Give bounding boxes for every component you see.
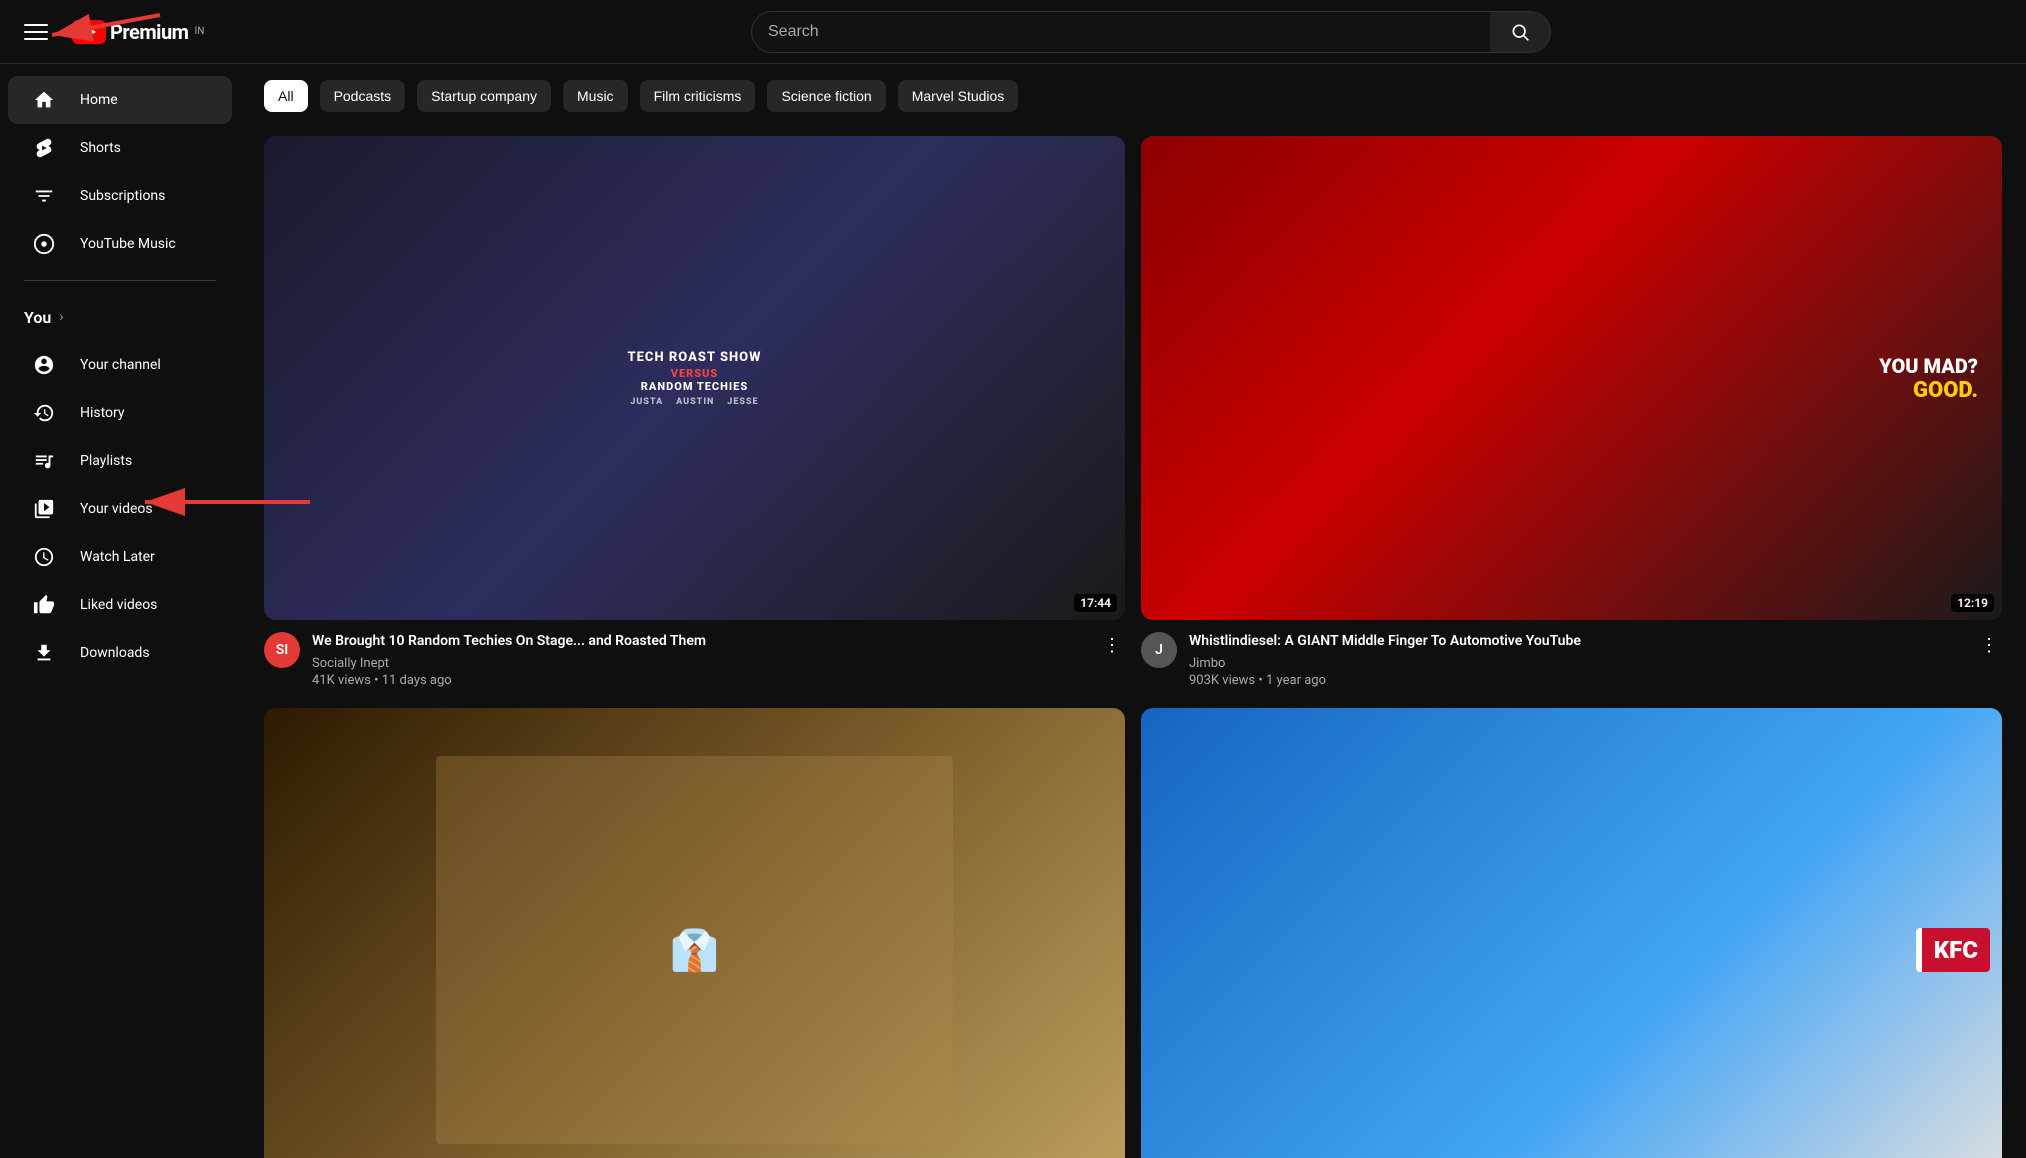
video-card[interactable]: TECH ROAST SHOW VERSUS RANDOM TECHIES JU…: [264, 136, 1125, 688]
history-icon: [32, 401, 56, 425]
sidebar-item-label: Your videos: [80, 501, 153, 517]
filter-bar: All Podcasts Startup company Music Film …: [264, 80, 2002, 112]
sidebar-item-liked-videos[interactable]: Liked videos: [8, 581, 232, 629]
sidebar-item-downloads[interactable]: Downloads: [8, 629, 232, 677]
video-grid: TECH ROAST SHOW VERSUS RANDOM TECHIES JU…: [264, 136, 2002, 1158]
you-label: You: [24, 308, 51, 327]
logo-text: Premium: [110, 20, 188, 44]
your-videos-icon: [32, 497, 56, 521]
filter-chip-music[interactable]: Music: [563, 80, 628, 112]
header-left: Premium IN: [16, 12, 276, 52]
sidebar-item-your-channel[interactable]: Your channel: [8, 341, 232, 389]
sidebar-item-label: Your channel: [80, 357, 161, 373]
video-info: SI We Brought 10 Random Techies On Stage…: [264, 632, 1125, 688]
search-button[interactable]: [1490, 11, 1551, 53]
filter-chip-all[interactable]: All: [264, 80, 308, 112]
sidebar-item-label: Downloads: [80, 645, 150, 661]
sidebar-item-label: Playlists: [80, 453, 132, 469]
thumbnail: KFC: [1141, 708, 2002, 1158]
sidebar-item-label: History: [80, 405, 125, 421]
sidebar-item-shorts[interactable]: Shorts: [8, 124, 232, 172]
sidebar-item-youtube-music[interactable]: YouTube Music: [8, 220, 232, 268]
sidebar-item-label: Shorts: [80, 140, 121, 156]
video-info: J Whistlindiesel: A GIANT Middle Finger …: [1141, 632, 2002, 688]
video-title: We Brought 10 Random Techies On Stage...…: [312, 632, 1087, 652]
channel-avatar: J: [1141, 632, 1177, 668]
filter-chip-scifi[interactable]: Science fiction: [767, 80, 885, 112]
duration-badge: 17:44: [1074, 594, 1117, 612]
sidebar-item-history[interactable]: History: [8, 389, 232, 437]
home-icon: [32, 88, 56, 112]
header: Premium IN: [0, 0, 2026, 64]
video-stats: 903K views • 1 year ago: [1189, 673, 1964, 688]
duration-badge: 12:19: [1951, 594, 1994, 612]
watch-later-icon: [32, 545, 56, 569]
video-card[interactable]: YOU MAD? GOOD. 12:19 J Whistlindiesel: A…: [1141, 136, 2002, 688]
you-section-header[interactable]: You ›: [0, 293, 240, 341]
youtube-icon: [72, 20, 106, 44]
search-input[interactable]: [751, 11, 1490, 53]
search-bar: [751, 11, 1551, 53]
music-icon: [32, 232, 56, 256]
more-options-button[interactable]: ⋮: [1099, 632, 1125, 658]
thumbnail: TECH ROAST SHOW VERSUS RANDOM TECHIES JU…: [264, 136, 1125, 620]
liked-icon: [32, 593, 56, 617]
video-card[interactable]: KFC FR I Ate At Every KFC In The World F…: [1141, 708, 2002, 1158]
sidebar-item-watch-later[interactable]: Watch Later: [8, 533, 232, 581]
sidebar-item-label: Watch Later: [80, 549, 155, 565]
video-stats: 41K views • 11 days ago: [312, 673, 1087, 688]
channel-icon: [32, 353, 56, 377]
more-options-button[interactable]: ⋮: [1976, 632, 2002, 658]
downloads-icon: [32, 641, 56, 665]
sidebar-item-subscriptions[interactable]: Subscriptions: [8, 172, 232, 220]
avatar-text: J: [1155, 642, 1163, 658]
sidebar-divider: [24, 280, 216, 281]
thumbnail: YOU MAD? GOOD. 12:19: [1141, 136, 2002, 620]
video-card[interactable]: 9,155,345 👔 MB How I Made $9,155,345: [264, 708, 1125, 1158]
video-title: Whistlindiesel: A GIANT Middle Finger To…: [1189, 632, 1964, 652]
channel-name: Socially Inept: [312, 656, 1087, 671]
sidebar-item-label: Subscriptions: [80, 188, 165, 204]
sidebar-item-playlists[interactable]: Playlists: [8, 437, 232, 485]
video-meta: We Brought 10 Random Techies On Stage...…: [312, 632, 1087, 688]
channel-name: Jimbo: [1189, 656, 1964, 671]
sidebar-item-your-videos[interactable]: Your videos: [8, 485, 232, 533]
thumbnail-image: KFC: [1141, 708, 2002, 1158]
filter-chip-podcasts[interactable]: Podcasts: [320, 80, 406, 112]
channel-avatar: SI: [264, 632, 300, 668]
sidebar-item-label: YouTube Music: [80, 236, 176, 252]
avatar-text: SI: [276, 642, 289, 658]
filter-chip-marvel[interactable]: Marvel Studios: [898, 80, 1019, 112]
logo[interactable]: Premium IN: [72, 20, 204, 44]
thumbnail-image: TECH ROAST SHOW VERSUS RANDOM TECHIES JU…: [264, 136, 1125, 620]
sidebar-item-label: Liked videos: [80, 597, 157, 613]
filter-chip-startup[interactable]: Startup company: [417, 80, 551, 112]
premium-badge: IN: [194, 26, 204, 37]
playlists-icon: [32, 449, 56, 473]
menu-button[interactable]: [16, 12, 56, 52]
video-meta: Whistlindiesel: A GIANT Middle Finger To…: [1189, 632, 1964, 688]
thumbnail-image: YOU MAD? GOOD.: [1141, 136, 2002, 620]
subscriptions-icon: [32, 184, 56, 208]
main-content: All Podcasts Startup company Music Film …: [240, 64, 2026, 1158]
filter-chip-film[interactable]: Film criticisms: [640, 80, 756, 112]
layout: Home Shorts Subscriptions: [0, 64, 2026, 1158]
thumbnail: 9,155,345 👔: [264, 708, 1125, 1158]
search-area: [751, 11, 1551, 53]
chevron-right-icon: ›: [59, 309, 63, 325]
sidebar-item-home[interactable]: Home: [8, 76, 232, 124]
thumbnail-overlay: 👔: [264, 708, 1125, 1158]
sidebar-item-label: Home: [80, 92, 118, 108]
shorts-icon: [32, 136, 56, 160]
sidebar: Home Shorts Subscriptions: [0, 64, 240, 1158]
